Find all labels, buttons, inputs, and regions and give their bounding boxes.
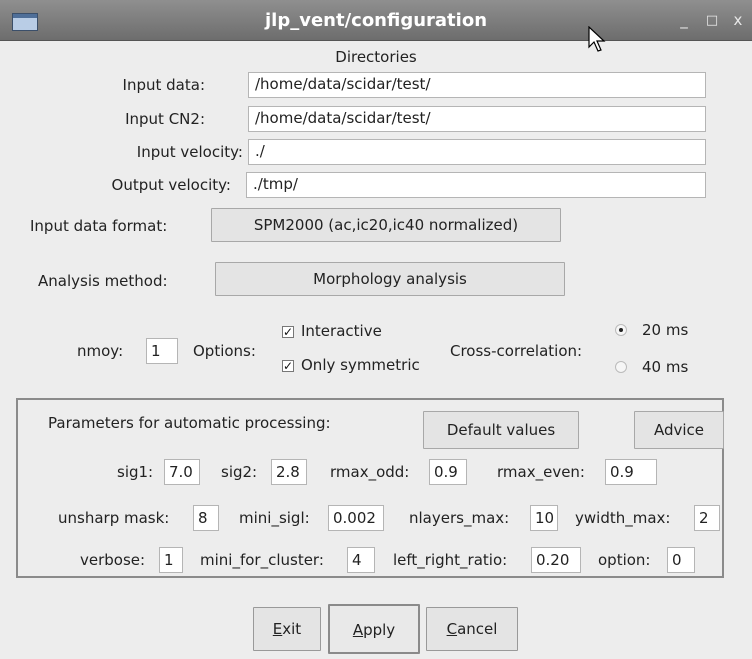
input-data-format-label: Input data format:: [30, 217, 168, 235]
minimize-button[interactable]: _: [675, 13, 693, 28]
unsharp-mask-label: unsharp mask:: [58, 509, 170, 527]
mini-sigl-field[interactable]: 0.002: [328, 505, 384, 531]
cc-40ms-radio[interactable]: [615, 361, 627, 373]
rmax-odd-field[interactable]: 0.9: [429, 459, 467, 485]
sig1-label: sig1:: [117, 463, 154, 481]
advice-button[interactable]: Advice: [634, 411, 724, 449]
cancel-mnemonic: C: [446, 620, 458, 638]
default-values-button[interactable]: Default values: [423, 411, 579, 449]
cc-20ms-label[interactable]: 20 ms: [642, 321, 688, 339]
apply-mnemonic: A: [352, 621, 364, 639]
nlayers-max-label: nlayers_max:: [409, 509, 510, 527]
unsharp-mask-field[interactable]: 8: [193, 505, 219, 531]
options-label: Options:: [193, 342, 256, 360]
output-velocity-label: Output velocity:: [111, 176, 231, 194]
window-title: jlp_vent/configuration: [264, 10, 488, 31]
nmoy-field[interactable]: 1: [146, 338, 178, 364]
only-symmetric-checkbox[interactable]: ✓: [282, 360, 294, 372]
exit-mnemonic: E: [272, 620, 283, 638]
cancel-label-rest: ancel: [457, 620, 498, 638]
checkmark-icon: ✓: [283, 325, 294, 339]
input-data-format-button[interactable]: SPM2000 (ac,ic20,ic40 normalized): [211, 208, 561, 242]
ywidth-max-label: ywidth_max:: [575, 509, 671, 527]
parameters-heading: Parameters for automatic processing:: [48, 414, 331, 432]
configuration-window: jlp_vent/configuration _ □ x Directories…: [0, 0, 752, 659]
ywidth-max-field[interactable]: 2: [694, 505, 720, 531]
sig2-label: sig2:: [221, 463, 258, 481]
sig2-field[interactable]: 2.8: [271, 459, 307, 485]
verbose-label: verbose:: [80, 551, 146, 569]
rmax-even-label: rmax_even:: [497, 463, 585, 481]
analysis-method-label: Analysis method:: [38, 272, 168, 290]
mini-for-cluster-label: mini_for_cluster:: [200, 551, 324, 569]
input-velocity-label: Input velocity:: [136, 143, 243, 161]
cross-correlation-label: Cross-correlation:: [450, 342, 583, 360]
rmax-odd-label: rmax_odd:: [330, 463, 410, 481]
input-cn2-label: Input CN2:: [125, 110, 205, 128]
option-field[interactable]: 0: [667, 547, 695, 573]
output-velocity-field[interactable]: ./tmp/: [246, 172, 706, 198]
cancel-button[interactable]: Cancel: [426, 607, 518, 651]
input-cn2-field[interactable]: /home/data/scidar/test/: [248, 106, 706, 132]
cc-20ms-radio[interactable]: [615, 324, 627, 336]
input-data-field[interactable]: /home/data/scidar/test/: [248, 72, 706, 98]
cc-40ms-label[interactable]: 40 ms: [642, 358, 688, 376]
nlayers-max-field[interactable]: 10: [530, 505, 558, 531]
input-data-label: Input data:: [122, 76, 205, 94]
maximize-button[interactable]: □: [703, 13, 721, 28]
close-button[interactable]: x: [729, 13, 747, 28]
directories-heading: Directories: [335, 48, 417, 66]
nmoy-label: nmoy:: [77, 342, 124, 360]
input-velocity-field[interactable]: ./: [248, 139, 706, 165]
mini-for-cluster-field[interactable]: 4: [347, 547, 375, 573]
option-label: option:: [598, 551, 651, 569]
checkmark-icon: ✓: [283, 359, 294, 373]
apply-button[interactable]: Apply: [328, 604, 420, 654]
mini-sigl-label: mini_sigl:: [239, 509, 310, 527]
analysis-method-button[interactable]: Morphology analysis: [215, 262, 565, 296]
verbose-field[interactable]: 1: [159, 547, 183, 573]
title-bar[interactable]: jlp_vent/configuration _ □ x: [0, 0, 752, 41]
exit-label-rest: xit: [282, 620, 302, 638]
left-right-ratio-label: left_right_ratio:: [393, 551, 508, 569]
rmax-even-field[interactable]: 0.9: [605, 459, 657, 485]
exit-button[interactable]: Exit: [253, 607, 321, 651]
interactive-checkbox[interactable]: ✓: [282, 326, 294, 338]
interactive-label[interactable]: Interactive: [301, 322, 382, 340]
apply-label-rest: pply: [363, 621, 396, 639]
sig1-field[interactable]: 7.0: [164, 459, 200, 485]
only-symmetric-label[interactable]: Only symmetric: [301, 356, 420, 374]
left-right-ratio-field[interactable]: 0.20: [531, 547, 581, 573]
